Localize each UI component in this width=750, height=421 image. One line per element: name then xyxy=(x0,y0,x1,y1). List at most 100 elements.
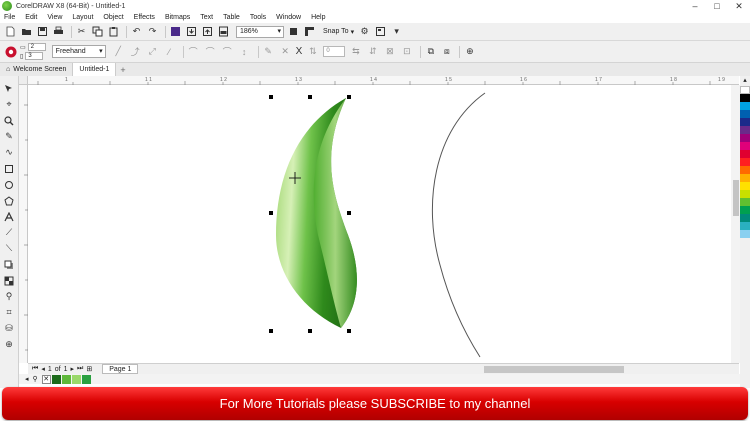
drop-shadow-icon[interactable] xyxy=(2,257,16,272)
search-content-icon[interactable] xyxy=(169,25,182,38)
eyedropper-icon[interactable]: ⚲ xyxy=(33,375,38,383)
prev-page-icon[interactable]: ◂ xyxy=(41,365,45,373)
new-document-icon[interactable] xyxy=(4,25,17,38)
export-icon[interactable] xyxy=(201,25,214,38)
horizontal-scroll-thumb[interactable] xyxy=(484,366,624,373)
full-screen-icon[interactable] xyxy=(287,25,300,38)
menu-text[interactable]: Text xyxy=(195,14,218,21)
interactive-fill-icon[interactable]: ⌗ xyxy=(2,305,16,320)
pick-icon[interactable]: ✎ xyxy=(262,45,275,58)
menu-layout[interactable]: Layout xyxy=(67,14,98,21)
launch-icon[interactable] xyxy=(374,25,387,38)
rulers-icon[interactable] xyxy=(303,25,316,38)
copy-icon[interactable] xyxy=(91,25,104,38)
freehand-mode-select[interactable]: Freehand xyxy=(51,45,106,58)
combine-icon[interactable]: ⧈ xyxy=(440,45,453,58)
transparency-icon[interactable] xyxy=(2,273,16,288)
document-swatch[interactable] xyxy=(61,374,71,384)
import-icon[interactable] xyxy=(185,25,198,38)
palette-swatch[interactable] xyxy=(740,126,750,134)
palette-swatch[interactable] xyxy=(740,206,750,214)
palette-swatch[interactable] xyxy=(740,150,750,158)
menu-window[interactable]: Window xyxy=(271,14,306,21)
ellipse-tool-icon[interactable] xyxy=(2,177,16,192)
parallel-dimension-icon[interactable]: ⟋ xyxy=(2,225,16,240)
first-page-icon[interactable]: ⏮ xyxy=(32,365,38,373)
add-tool-icon[interactable]: ⊕ xyxy=(2,337,16,352)
freehand-curve[interactable] xyxy=(431,92,486,358)
last-page-icon[interactable]: ⏭ xyxy=(77,365,83,373)
menu-object[interactable]: Object xyxy=(98,14,128,21)
palette-swatch[interactable] xyxy=(740,190,750,198)
freehand-tool-icon[interactable]: ✎ xyxy=(2,129,16,144)
horizontal-ruler[interactable]: 1 1 1 1 2 1 3 1 4 1 5 1 6 1 7 1 8 1 9 xyxy=(28,76,739,85)
palette-swatch[interactable] xyxy=(740,134,750,142)
no-fill-swatch[interactable]: ✕ xyxy=(41,374,51,384)
snap-to-dropdown[interactable]: Snap To ▾ xyxy=(323,28,354,36)
close-button[interactable]: ✕ xyxy=(728,0,750,12)
curve-tool-icon[interactable]: ⤴ xyxy=(129,45,142,58)
paste-icon[interactable] xyxy=(107,25,120,38)
document-swatch[interactable] xyxy=(71,374,81,384)
chevron-down-icon[interactable]: ▾ xyxy=(390,25,403,38)
wrap-text-icon[interactable]: ⧉ xyxy=(424,45,437,58)
palette-swatch[interactable] xyxy=(740,158,750,166)
smart-fill-icon[interactable]: ⛁ xyxy=(2,321,16,336)
document-swatch[interactable] xyxy=(51,374,61,384)
ruler-origin[interactable] xyxy=(19,76,28,85)
select-all-nodes-icon[interactable]: ⊡ xyxy=(400,45,413,58)
palette-swatch[interactable] xyxy=(740,166,750,174)
reverse-icon[interactable]: ⇅ xyxy=(306,45,319,58)
rotation-field[interactable]: 0 xyxy=(323,46,346,57)
minimize-button[interactable]: – xyxy=(684,0,706,12)
menu-help[interactable]: Help xyxy=(306,14,330,21)
palette-swatch[interactable] xyxy=(740,174,750,182)
add-page-icon[interactable]: ⊞ xyxy=(86,365,92,373)
maximize-button[interactable]: □ xyxy=(706,0,728,12)
publish-pdf-icon[interactable] xyxy=(217,25,230,38)
cusp-node-icon[interactable]: ↕ xyxy=(238,45,251,58)
tab-untitled-1[interactable]: Untitled-1 xyxy=(72,63,117,76)
document-swatch[interactable] xyxy=(81,374,91,384)
smooth-node-icon[interactable]: ⌒ xyxy=(204,45,217,58)
arrow-icon[interactable]: ◂ xyxy=(25,375,29,383)
add-preset-icon[interactable]: ⊕ xyxy=(463,45,476,58)
palette-swatch[interactable] xyxy=(740,118,750,126)
line-tool-icon[interactable]: ╱ xyxy=(112,45,125,58)
gear-icon[interactable]: ⚙ xyxy=(358,25,371,38)
palette-swatch[interactable] xyxy=(740,222,750,230)
menu-file[interactable]: File xyxy=(0,14,20,21)
break-curve-icon[interactable]: ⌒ xyxy=(187,45,200,58)
menu-edit[interactable]: Edit xyxy=(20,14,42,21)
object-origin-icon[interactable] xyxy=(4,45,17,58)
redo-icon[interactable]: ↷ xyxy=(146,25,159,38)
vertical-scroll-thumb[interactable] xyxy=(733,180,739,216)
rectangle-tool-icon[interactable] xyxy=(2,161,16,176)
page-tab[interactable]: Page 1 xyxy=(102,364,139,374)
palette-swatch[interactable] xyxy=(740,94,750,102)
palette-swatch[interactable] xyxy=(740,198,750,206)
cut-icon[interactable]: ✂ xyxy=(75,25,88,38)
text-tool-icon[interactable] xyxy=(2,209,16,224)
add-tab-button[interactable]: + xyxy=(116,65,129,75)
symmetric-node-icon[interactable]: ⌒ xyxy=(221,45,234,58)
palette-swatch[interactable] xyxy=(740,86,750,94)
zoom-level-select[interactable]: 186% xyxy=(236,25,284,38)
elastic-mode-icon[interactable]: ⇵ xyxy=(366,45,379,58)
align-icon[interactable]: ⇆ xyxy=(349,45,362,58)
zoom-tool-icon[interactable] xyxy=(2,113,16,128)
pick-tool-icon[interactable] xyxy=(2,81,16,96)
palette-swatch[interactable] xyxy=(740,214,750,222)
drawing-canvas[interactable] xyxy=(28,85,739,363)
polygon-tool-icon[interactable] xyxy=(2,193,16,208)
palette-swatch[interactable] xyxy=(740,230,750,238)
join-nodes-icon[interactable]: ⁄ xyxy=(163,45,176,58)
stepper-bottom-field[interactable]: 3 xyxy=(25,52,44,60)
tab-welcome-screen[interactable]: ⌂ Welcome Screen xyxy=(0,63,72,76)
node-tool-icon[interactable]: ⤢ xyxy=(146,45,159,58)
palette-swatch[interactable] xyxy=(740,110,750,118)
connector-tool-icon[interactable]: ⟍ xyxy=(2,241,16,256)
menu-effects[interactable]: Effects xyxy=(129,14,160,21)
vertical-scrollbar[interactable] xyxy=(731,85,740,363)
eyedropper-icon[interactable]: ⚲ xyxy=(2,289,16,304)
